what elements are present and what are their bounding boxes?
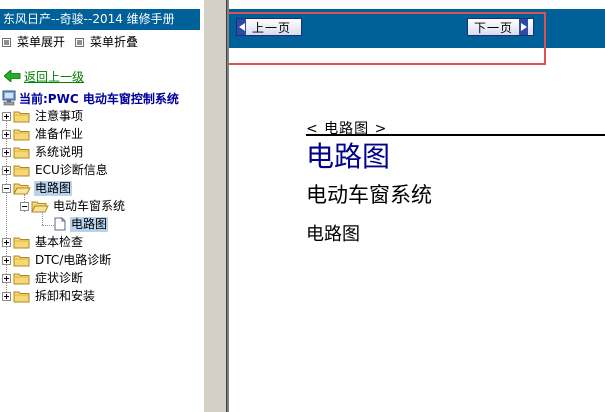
expand-toggle-icon[interactable] [2, 273, 11, 283]
tree-item-system-description[interactable]: 系统说明 [2, 144, 84, 160]
collapse-toggle-icon[interactable] [2, 183, 11, 193]
tree-item-label: 症状诊断 [35, 270, 84, 285]
open-folder-icon [13, 183, 31, 194]
tree-item-dtc-circuit-diagnosis[interactable]: DTC/电路诊断 [2, 252, 112, 268]
expand-icon [2, 37, 11, 47]
expand-toggle-icon[interactable] [2, 291, 11, 301]
folder-icon [13, 237, 30, 248]
expand-toggle-icon[interactable] [2, 165, 11, 175]
tree-connector [42, 225, 54, 226]
menu-expand-label: 菜单展开 [17, 35, 66, 49]
folder-icon [13, 147, 30, 158]
tree-item-power-window-system[interactable]: 电动车窗系统 [20, 198, 126, 214]
folder-icon [13, 165, 30, 176]
open-folder-icon [31, 201, 49, 212]
menu-expand-button[interactable]: 菜单展开 [2, 35, 65, 49]
tree-item-label: 基本检查 [35, 234, 84, 249]
tree-item-label: 准备作业 [35, 126, 84, 141]
tree-item-label: ECU诊断信息 [35, 162, 108, 177]
tree-item-label: 拆卸和安装 [35, 288, 96, 303]
tree-item-wiring-diagram-page[interactable]: 电路图 [54, 216, 109, 232]
page-title: 电路图 [306, 140, 391, 173]
prev-page-label: 上一页 [252, 20, 292, 35]
tree-item-ecu-diagnosis[interactable]: ECU诊断信息 [2, 162, 109, 178]
heading-rule [306, 134, 605, 136]
back-arrow-icon [4, 70, 21, 82]
triangle-right-icon [519, 19, 529, 35]
back-link[interactable]: 返回上一级 [4, 68, 84, 84]
menu-collapse-button[interactable]: 菜单折叠 [75, 35, 138, 49]
tree-item-removal-installation[interactable]: 拆卸和安装 [2, 288, 96, 304]
expand-toggle-icon[interactable] [2, 129, 11, 139]
expand-toggle-icon[interactable] [2, 147, 11, 157]
section-name: 电路图 [306, 224, 360, 245]
tree-item-wiring-diagram[interactable]: 电路图 [2, 180, 73, 196]
content-panel: 上一页 下一页 < 电路图 > 电路图 电动车窗系统 电路图 [229, 0, 605, 412]
tree-item-label: 电路图 [70, 216, 109, 232]
collapse-icon [75, 37, 84, 47]
system-name: 电动车窗系统 [306, 183, 432, 207]
current-location: 当前:PWC 电动车窗控制系统 [2, 89, 179, 107]
next-page-button[interactable]: 下一页 [467, 18, 534, 36]
tree-item-label: 电动车窗系统 [53, 198, 126, 213]
tree-connector [6, 115, 7, 296]
prev-page-button[interactable]: 上一页 [236, 18, 302, 36]
menu-collapse-label: 菜单折叠 [90, 35, 139, 49]
tree-item-notes[interactable]: 注意事项 [2, 108, 84, 124]
next-page-label: 下一页 [474, 20, 514, 35]
document-icon [54, 217, 66, 231]
current-location-label: 当前:PWC 电动车窗控制系统 [19, 91, 179, 106]
expand-toggle-icon[interactable] [2, 237, 11, 247]
folder-icon [13, 255, 30, 266]
computer-icon [2, 90, 16, 106]
expand-toggle-icon[interactable] [2, 111, 11, 121]
folder-icon [13, 291, 30, 302]
manual-title: 东风日产--奇骏--2014 维修手册 [0, 9, 200, 30]
navigation-panel: 东风日产--奇骏--2014 维修手册 菜单展开 菜单折叠 返回上一级 当前:P… [0, 0, 203, 412]
tree-item-label: DTC/电路诊断 [35, 252, 112, 267]
triangle-left-icon [237, 19, 246, 35]
back-link-label: 返回上一级 [24, 69, 85, 84]
expand-toggle-icon[interactable] [2, 255, 11, 265]
tree-item-label: 系统说明 [35, 144, 84, 159]
folder-icon [13, 111, 30, 122]
tree-item-label: 电路图 [34, 180, 73, 196]
tree-item-symptom-diagnosis[interactable]: 症状诊断 [2, 270, 84, 286]
collapse-toggle-icon[interactable] [20, 201, 29, 211]
folder-icon [13, 273, 30, 284]
tree-item-preparation[interactable]: 准备作业 [2, 126, 84, 142]
tree-item-basic-inspection[interactable]: 基本检查 [2, 234, 84, 250]
tree-item-label: 注意事项 [35, 108, 84, 123]
panel-splitter[interactable] [203, 0, 229, 412]
folder-icon [13, 129, 30, 140]
